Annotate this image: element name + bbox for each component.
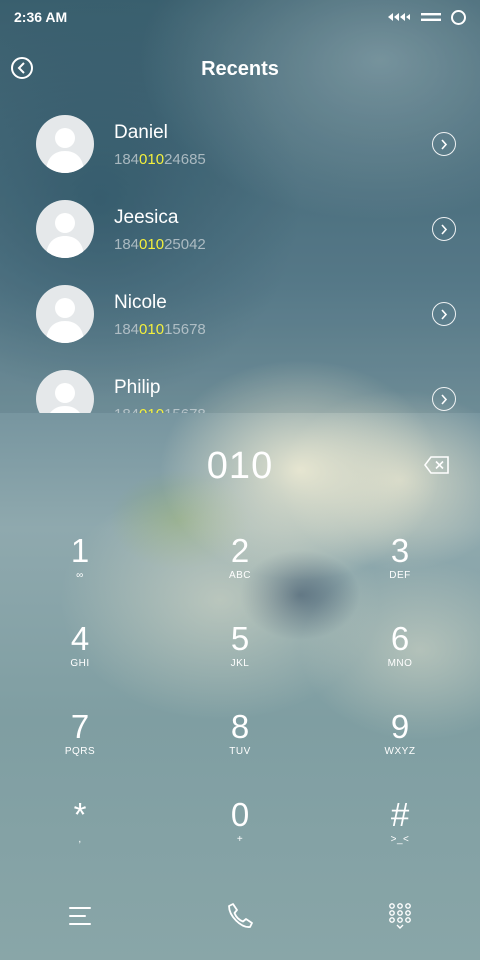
key-letters: , xyxy=(78,834,82,845)
contact-number: 18401024685 xyxy=(114,151,206,168)
keypad-toggle-button[interactable] xyxy=(380,896,420,936)
backspace-icon xyxy=(424,456,449,474)
header: Recents xyxy=(0,48,480,90)
key-5[interactable]: 5 JKL xyxy=(180,620,300,698)
phone-call-icon xyxy=(228,903,253,928)
list-item-contact[interactable]: Daniel 18401024685 xyxy=(0,100,480,185)
key-digit: 3 xyxy=(390,532,410,569)
person-icon xyxy=(50,383,80,413)
back-button[interactable] xyxy=(11,57,33,79)
contact-name: Nicole xyxy=(114,292,167,313)
chevron-right-icon xyxy=(441,393,448,405)
ring-icon xyxy=(451,9,466,25)
key-9[interactable]: 9 WXYZ xyxy=(340,708,460,786)
chevron-right-icon xyxy=(441,138,448,150)
contact-detail-button[interactable] xyxy=(432,217,456,241)
chevron-right-icon xyxy=(441,223,448,235)
key-6[interactable]: 6 MNO xyxy=(340,620,460,698)
key-letters: + xyxy=(236,834,244,845)
list-item-contact[interactable]: Philip 18401015678 xyxy=(0,355,480,413)
key-letters: MNO xyxy=(387,658,413,669)
person-icon xyxy=(46,128,84,173)
key-0[interactable]: 0 + xyxy=(180,796,300,874)
chevron-left-icon xyxy=(17,62,25,74)
key-digit: 5 xyxy=(230,620,250,657)
backspace-button[interactable] xyxy=(424,456,450,474)
dialed-number-display: 010 xyxy=(206,445,274,487)
key-digit: 1 xyxy=(70,532,90,569)
chevron-right-icon xyxy=(441,308,448,320)
key-letters: WXYZ xyxy=(384,746,416,757)
person-icon xyxy=(46,213,84,258)
list-item-contact[interactable]: Nicole 18401015678 xyxy=(0,270,480,355)
key-letters: >_< xyxy=(390,834,410,845)
key-letters: PQRS xyxy=(64,746,96,757)
key-digit: 0 xyxy=(230,796,250,833)
contact-detail-button[interactable] xyxy=(432,302,456,326)
voicemail-icon: ∞ xyxy=(76,570,84,581)
key-4[interactable]: 4 GHI xyxy=(20,620,140,698)
key-digit: 6 xyxy=(390,620,410,657)
key-3[interactable]: 3 DEF xyxy=(340,532,460,610)
status-icons xyxy=(387,9,466,25)
key-letters: TUV xyxy=(229,746,251,757)
bottom-action-bar xyxy=(0,890,480,940)
contact-name: Daniel xyxy=(114,122,168,143)
key-letters: DEF xyxy=(389,570,411,581)
key-1[interactable]: 1 ∞ xyxy=(20,532,140,610)
key-star[interactable]: * , xyxy=(20,796,140,874)
key-digit: 7 xyxy=(70,708,90,745)
keypad-icon xyxy=(389,903,411,929)
avatar xyxy=(36,200,94,258)
key-digit: 8 xyxy=(230,708,250,745)
key-digit: 2 xyxy=(230,532,250,569)
avatar xyxy=(36,285,94,343)
key-digit: # xyxy=(390,796,410,833)
status-time: 2:36 AM xyxy=(14,9,68,25)
key-2[interactable]: 2 ABC xyxy=(180,532,300,610)
data-bars-icon xyxy=(421,13,441,21)
list-item-contact[interactable]: Jeesica 18401025042 xyxy=(0,185,480,270)
avatar xyxy=(36,370,94,413)
status-bar: 2:36 AM xyxy=(0,0,480,34)
key-letters: ABC xyxy=(228,570,252,581)
contact-number: 18401015678 xyxy=(114,321,206,338)
call-button[interactable] xyxy=(220,896,260,936)
key-letters: JKL xyxy=(230,658,250,669)
person-icon xyxy=(46,298,84,343)
contact-number: 18401025042 xyxy=(114,236,206,253)
contact-name: Philip xyxy=(114,377,161,398)
key-letters: GHI xyxy=(70,658,90,669)
key-digit: * xyxy=(73,796,87,833)
avatar xyxy=(36,115,94,173)
menu-icon xyxy=(69,907,91,925)
recents-list: Daniel 18401024685 Jeesica 18401025042 N… xyxy=(0,100,480,413)
contact-detail-button[interactable] xyxy=(432,387,456,411)
page-title: Recents xyxy=(201,57,279,80)
key-digit: 4 xyxy=(70,620,90,657)
key-7[interactable]: 7 PQRS xyxy=(20,708,140,786)
key-digit: 9 xyxy=(390,708,410,745)
contact-number: 18401015678 xyxy=(114,406,206,413)
key-hash[interactable]: # >_< xyxy=(340,796,460,874)
contact-detail-button[interactable] xyxy=(432,132,456,156)
signal-arrows-icon xyxy=(388,13,410,21)
key-8[interactable]: 8 TUV xyxy=(180,708,300,786)
contact-name: Jeesica xyxy=(114,207,179,228)
menu-button[interactable] xyxy=(60,896,100,936)
